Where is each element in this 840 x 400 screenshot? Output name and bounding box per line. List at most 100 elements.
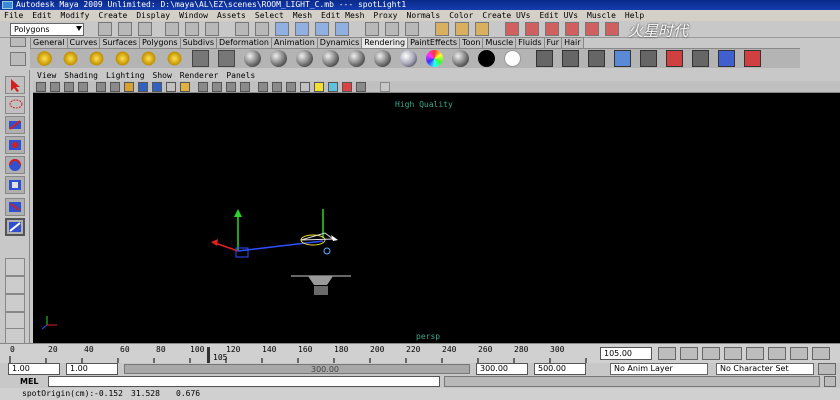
step-forward-frame-icon[interactable] (790, 347, 808, 360)
lasso-tool-icon[interactable] (5, 96, 25, 114)
wireframe-icon[interactable] (124, 82, 134, 92)
area-light-icon[interactable] (140, 50, 157, 67)
resolution-gate-icon[interactable] (110, 82, 120, 92)
shelf-tab-fur[interactable]: Fur (543, 37, 563, 48)
history-icon[interactable] (365, 22, 379, 36)
rainbow-sphere-icon[interactable] (426, 50, 443, 67)
render-globals-icon[interactable] (666, 50, 683, 67)
camera-bookmark-icon[interactable] (50, 82, 60, 92)
character-set-dropdown[interactable]: No Character Set (716, 363, 814, 375)
input-line-icon[interactable] (565, 22, 579, 36)
film-gate-icon[interactable] (96, 82, 106, 92)
surface-shader-sphere-icon[interactable] (452, 50, 469, 67)
light-linking-icon[interactable] (692, 50, 709, 67)
ipr-render-icon[interactable] (455, 22, 469, 36)
layered-sphere-icon[interactable] (374, 50, 391, 67)
go-to-start-icon[interactable] (658, 347, 676, 360)
playback-end-field[interactable]: 300.00 (476, 363, 528, 375)
volume-light-icon[interactable] (166, 50, 183, 67)
layout-split-icon[interactable] (5, 294, 25, 312)
shelf-menu-icon[interactable] (10, 37, 26, 47)
move-tool-icon[interactable] (5, 136, 25, 154)
selected-light-icon[interactable] (226, 82, 236, 92)
shelf-tab-curves[interactable]: Curves (66, 37, 101, 48)
go-to-end-icon[interactable] (812, 347, 830, 360)
snap-point-icon[interactable] (315, 22, 329, 36)
shadows-icon[interactable] (286, 82, 296, 92)
menu-edit-uvs[interactable]: Edit UVs (539, 11, 578, 20)
shelf-tab-hair[interactable]: Hair (561, 37, 584, 48)
panel-menu-shading[interactable]: Shading (64, 71, 98, 80)
last-tool-icon[interactable] (5, 218, 25, 236)
wireframe-on-shaded-icon[interactable] (152, 82, 162, 92)
hypershade-icon[interactable] (640, 50, 657, 67)
shelf-tab-surfaces[interactable]: Surfaces (99, 37, 140, 48)
paint-effects-icon[interactable] (718, 50, 735, 67)
xray-joints-icon[interactable] (272, 82, 282, 92)
panel-menu-lighting[interactable]: Lighting (106, 71, 145, 80)
anim-prefs-icon[interactable] (818, 363, 836, 375)
perspective-viewport[interactable] (33, 93, 840, 343)
lights-icon[interactable] (314, 82, 324, 92)
high-quality-icon[interactable] (342, 82, 352, 92)
xray-icon[interactable] (166, 82, 176, 92)
select-tool-icon[interactable] (5, 76, 25, 94)
textures-icon[interactable] (328, 82, 338, 92)
chair-object[interactable] (291, 275, 351, 295)
ambient-light-icon[interactable] (36, 50, 53, 67)
rotate-tool-icon[interactable] (5, 156, 25, 174)
camera-icon[interactable] (192, 50, 209, 67)
render-frame-icon[interactable] (435, 22, 449, 36)
input-line-icon[interactable] (605, 22, 619, 36)
menu-display[interactable]: Display (136, 11, 170, 20)
menu-edit-mesh[interactable]: Edit Mesh (321, 11, 364, 20)
shelf-tab-toon[interactable]: Toon (459, 37, 484, 48)
spot-light-manipulator[interactable] (211, 209, 338, 258)
camera-attributes-icon[interactable] (36, 82, 46, 92)
shelf-tab-animation[interactable]: Animation (270, 37, 318, 48)
command-language-label[interactable]: MEL (20, 377, 39, 386)
backface-icon[interactable] (300, 82, 310, 92)
panel-menu-view[interactable]: View (37, 71, 56, 80)
panel-menu-show[interactable]: Show (153, 71, 172, 80)
menu-assets[interactable]: Assets (217, 11, 246, 20)
play-backwards-icon[interactable] (724, 347, 742, 360)
batch-render-icon[interactable] (614, 50, 631, 67)
shelf-options-icon[interactable] (10, 52, 26, 66)
menu-window[interactable]: Window (179, 11, 208, 20)
select-object-icon[interactable] (185, 22, 199, 36)
snap-plane-icon[interactable] (335, 22, 349, 36)
spot-light-icon[interactable] (114, 50, 131, 67)
manipulator-tool-icon[interactable] (5, 198, 25, 216)
animation-end-field[interactable]: 500.00 (534, 363, 586, 375)
menu-create-uvs[interactable]: Create UVs (482, 11, 530, 20)
black-sphere-icon[interactable] (478, 50, 495, 67)
default-light-icon[interactable] (198, 82, 208, 92)
select-component-icon[interactable] (205, 22, 219, 36)
all-lights-icon[interactable] (212, 82, 222, 92)
scale-tool-icon[interactable] (5, 176, 25, 194)
menu-create[interactable]: Create (98, 11, 127, 20)
save-scene-icon[interactable] (138, 22, 152, 36)
snap-grid-icon[interactable] (275, 22, 289, 36)
antialias-icon[interactable] (356, 82, 366, 92)
phong-sphere-icon[interactable] (296, 50, 313, 67)
step-back-key-icon[interactable] (702, 347, 720, 360)
menu-normals[interactable]: Normals (407, 11, 441, 20)
input-line-icon[interactable] (525, 22, 539, 36)
ipr-icon[interactable] (588, 50, 605, 67)
menu-select[interactable]: Select (255, 11, 284, 20)
menu-set-dropdown[interactable]: Polygons (10, 23, 84, 36)
input-line-icon[interactable] (585, 22, 599, 36)
lambert-sphere-icon[interactable] (244, 50, 261, 67)
shelf-tab-rendering[interactable]: Rendering (361, 37, 409, 48)
step-back-frame-icon[interactable] (680, 347, 698, 360)
brush-icon[interactable] (744, 50, 761, 67)
shelf-tab-subdivs[interactable]: Subdivs (179, 37, 218, 48)
layout-single-icon[interactable] (5, 258, 25, 276)
menu-muscle[interactable]: Muscle (587, 11, 616, 20)
render-view-icon[interactable] (536, 50, 553, 67)
render-settings-icon[interactable] (475, 22, 489, 36)
snap-curve-icon[interactable] (295, 22, 309, 36)
mask-icon[interactable] (235, 22, 249, 36)
